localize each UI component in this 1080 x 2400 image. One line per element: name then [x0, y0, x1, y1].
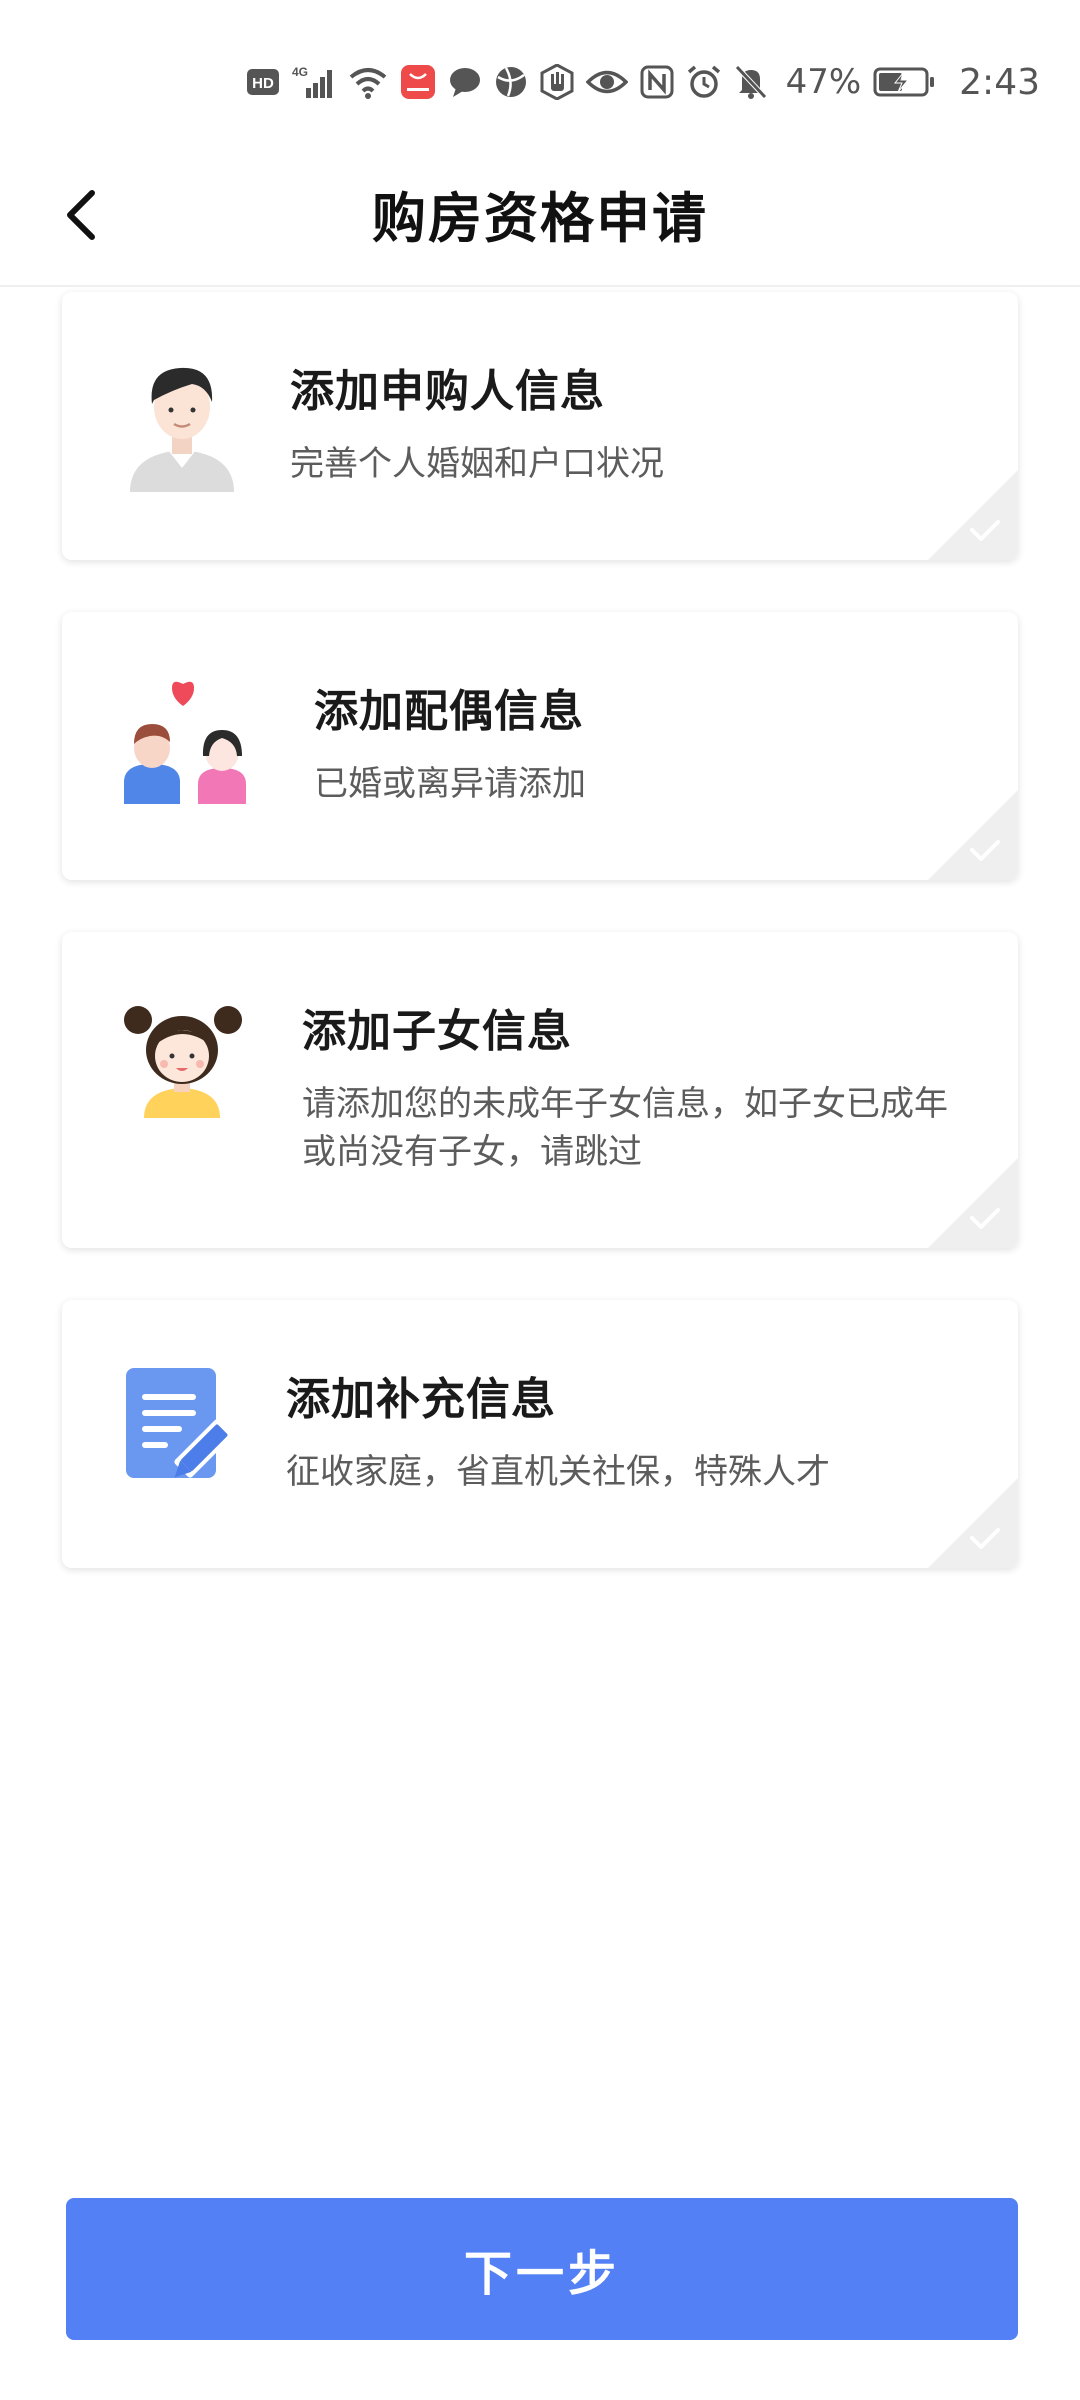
- add-supplementary-card[interactable]: 添加补充信息 征收家庭，省直机关社保，特殊人才: [62, 1300, 1018, 1568]
- check-icon: [928, 470, 1018, 560]
- page-title: 购房资格申请: [372, 187, 708, 250]
- network-label: 4G: [292, 65, 308, 79]
- check-icon: [928, 790, 1018, 880]
- card-description-line: 请添加您的未成年子女信息，如子女已成年: [302, 1084, 948, 1124]
- couple-heart-icon: [124, 680, 256, 820]
- document-edit-icon: [124, 1366, 244, 1506]
- clock-time: 2:43: [959, 61, 1040, 103]
- card-description: 已婚或离异请添加: [314, 764, 586, 804]
- wifi-icon: [348, 65, 388, 99]
- eye-icon: [585, 67, 628, 97]
- card-description: 请添加您的未成年子女信息，如子女已成年 或尚没有子女，请跳过: [302, 1080, 988, 1176]
- nfc-icon: [640, 65, 674, 99]
- card-title: 添加配偶信息: [314, 686, 584, 737]
- hand-icon: [540, 64, 574, 100]
- mute-icon: [734, 64, 768, 100]
- card-text: 添加补充信息 征收家庭，省直机关社保，特殊人才: [286, 1372, 988, 1496]
- card-title: 添加子女信息: [302, 1006, 572, 1057]
- next-step-button[interactable]: 下一步: [66, 2198, 1018, 2340]
- battery-icon: [873, 66, 935, 98]
- battery-percent: 47%: [785, 62, 862, 102]
- card-description: 完善个人婚姻和户口状况: [290, 444, 664, 484]
- applicant-man-icon: [122, 352, 242, 492]
- card-text: 添加配偶信息 已婚或离异请添加: [314, 684, 988, 808]
- card-title: 添加申购人信息: [290, 366, 605, 417]
- check-icon: [928, 1478, 1018, 1568]
- card-description: 征收家庭，省直机关社保，特殊人才: [286, 1452, 830, 1492]
- chat-icon: [448, 66, 482, 98]
- card-description-line: 或尚没有子女，请跳过: [302, 1132, 642, 1172]
- status-bar: HD 4G 47% 2:43: [0, 0, 1080, 150]
- card-text: 添加申购人信息 完善个人婚姻和户口状况: [290, 364, 988, 488]
- card-title: 添加补充信息: [286, 1374, 556, 1425]
- hd-label: HD: [252, 75, 274, 92]
- hd-icon: HD: [246, 67, 280, 97]
- check-icon: [928, 1158, 1018, 1248]
- ball-icon: [494, 65, 528, 99]
- child-girl-icon: [124, 998, 244, 1138]
- add-spouse-card[interactable]: 添加配偶信息 已婚或离异请添加: [62, 612, 1018, 880]
- card-text: 添加子女信息 请添加您的未成年子女信息，如子女已成年 或尚没有子女，请跳过: [302, 1004, 988, 1176]
- alarm-icon: [686, 64, 722, 100]
- page-header: 购房资格申请: [0, 150, 1080, 287]
- signal-icon: 4G: [292, 64, 336, 100]
- huawei-app-icon: [400, 64, 436, 100]
- add-applicant-card[interactable]: 添加申购人信息 完善个人婚姻和户口状况: [62, 292, 1018, 560]
- status-icons: HD 4G 47% 2:43: [246, 58, 1040, 106]
- add-children-card[interactable]: 添加子女信息 请添加您的未成年子女信息，如子女已成年 或尚没有子女，请跳过: [62, 932, 1018, 1248]
- card-list: 添加申购人信息 完善个人婚姻和户口状况 添加配偶信息 已婚或离异请添加 添加子女…: [62, 292, 1018, 1620]
